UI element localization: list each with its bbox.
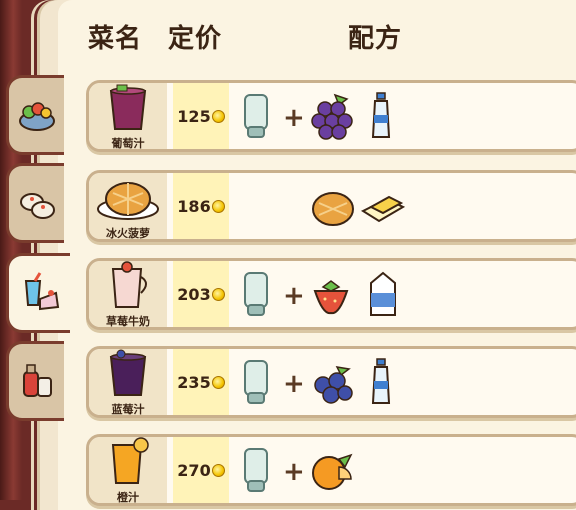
tab-salad[interactable] [6,75,64,155]
coin-icon [211,375,225,389]
strawberries-icon [313,280,349,315]
water-bottle-icon [371,358,391,404]
header-recipe: 配方 [348,24,403,54]
price-value: 125 [177,106,211,126]
water-bottle-icon [371,92,391,138]
pineapple-bun-ingredient-icon [312,192,354,226]
tab-dimsum[interactable] [6,163,64,243]
coin-icon [211,199,225,213]
sauce-bottles-icon [22,364,52,397]
price-cell: 203 [173,261,229,327]
dim-sum-icon [19,193,55,219]
orange-icon [312,453,353,490]
blender-icon [244,360,268,404]
butter-icon [360,195,406,223]
recipe-row[interactable]: 冰火菠萝 186 [86,170,576,242]
plus-sign: + [283,457,305,487]
dish-name: 蓝莓汁 [111,403,145,416]
plus-sign: + [283,369,305,399]
price-cell: 270 [173,437,229,503]
dish-cell: 橙汁 [89,437,167,504]
dish-cell: 葡萄汁 [89,83,167,150]
recipe-row[interactable]: 草莓牛奶 203 + [86,258,576,330]
price-cell: 235 [173,349,229,415]
header-price: 定价 [168,24,223,54]
coin-icon [211,109,225,123]
salad-bowl-icon [18,102,55,131]
grape-juice-icon [109,84,147,130]
blender-icon [244,448,268,492]
dish-cell: 草莓牛奶 [89,261,167,328]
milk-carton-icon [370,271,396,316]
price-value: 203 [177,284,211,304]
recipe-row[interactable]: 蓝莓汁 235 + [86,346,576,418]
plus-sign: + [283,281,305,311]
price-value: 235 [177,372,211,392]
drink-cake-icon [24,272,59,311]
grapes-icon [311,93,353,140]
strawberry-milk-icon [111,261,147,308]
dish-name: 冰火菠萝 [106,227,150,240]
coin-icon [211,463,225,477]
dish-name: 葡萄汁 [111,137,145,150]
plus-sign: + [283,103,305,133]
blender-icon [244,94,268,138]
recipe-row[interactable]: 葡萄汁 125 + [86,80,576,152]
dish-cell: 蓝莓汁 [89,349,167,416]
price-value: 186 [177,196,211,216]
blueberries-icon [314,366,353,404]
dish-cell: 冰火菠萝 [89,173,167,240]
dish-name: 橙汁 [117,491,139,504]
price-cell: 125 [173,83,229,149]
tab-drinks[interactable] [6,253,70,333]
price-cell: 186 [173,173,229,239]
blender-icon [244,272,268,316]
tab-condiments[interactable] [6,341,64,421]
orange-juice-icon [111,437,149,484]
coin-icon [211,287,225,301]
pineapple-bun-icon [97,182,159,220]
blueberry-juice-icon [109,349,147,396]
dish-name: 草莓牛奶 [106,315,150,328]
recipe-row[interactable]: 橙汁 270 + [86,434,576,506]
header-dish-name: 菜名 [88,24,143,54]
price-value: 270 [177,460,211,480]
